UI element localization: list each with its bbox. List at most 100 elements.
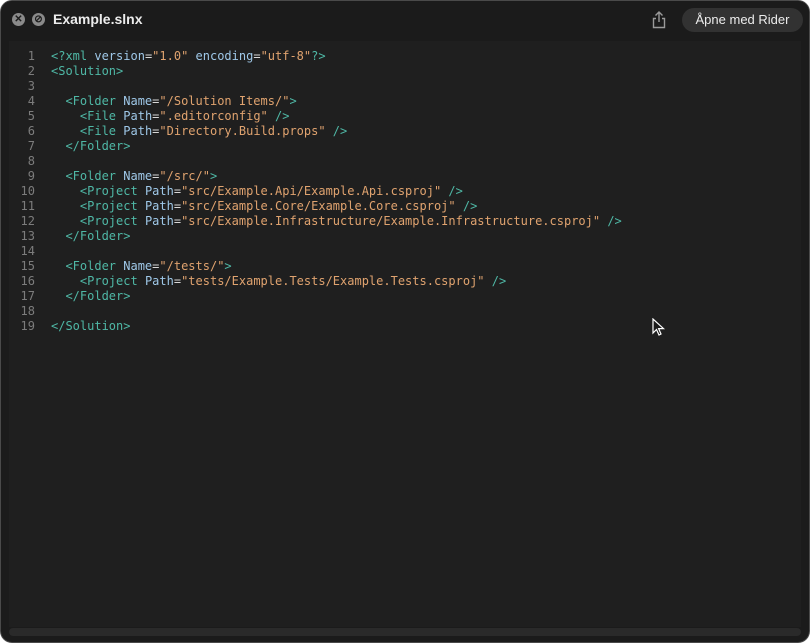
code-text: <Folder Name="/tests/"> — [51, 259, 232, 274]
code-text: </Folder> — [51, 139, 130, 154]
line-number: 2 — [27, 64, 35, 78]
code-text: <Project Path="src/Example.Core/Example.… — [51, 199, 477, 214]
horizontal-scrollbar[interactable] — [9, 628, 801, 636]
code-line: 9 <Folder Name="/src/"> — [9, 169, 801, 184]
token-tag: </Solution> — [51, 319, 131, 333]
token-str: "tests/Example.Tests/Example.Tests.cspro… — [181, 274, 485, 288]
token-attr: encoding — [195, 49, 254, 63]
token-eq: = — [253, 49, 261, 63]
line-number: 4 — [27, 94, 35, 108]
token-tag: > — [209, 169, 218, 183]
token-eq — [51, 94, 65, 108]
code-line: 1 <?xml version="1.0" encoding="utf-8"?> — [9, 49, 801, 64]
line-number: 19 — [20, 319, 35, 333]
line-number: 17 — [20, 289, 35, 303]
token-tag: <File — [79, 124, 124, 138]
open-with-rider-button[interactable]: Åpne med Rider — [682, 8, 803, 32]
token-attr: version — [94, 49, 145, 63]
code-line: 13 </Folder> — [9, 229, 801, 244]
token-tag: <Project — [79, 274, 145, 288]
code-text: <Project Path="tests/Example.Tests/Examp… — [51, 274, 506, 289]
code-text: <?xml version="1.0" encoding="utf-8"?> — [51, 49, 326, 64]
code-line: 2 <Solution> — [9, 64, 801, 79]
line-number: 14 — [20, 244, 35, 258]
token-attr: Name — [123, 94, 153, 108]
token-eq — [51, 214, 80, 228]
token-str: "src/Example.Api/Example.Api.csproj" — [181, 184, 442, 198]
token-str: "src/Example.Infrastructure/Example.Infr… — [181, 214, 601, 228]
title-bar: ✕ ⊘ Example.slnx Åpne med Rider — [1, 1, 809, 38]
token-tag: /> — [455, 199, 478, 213]
token-str: "utf-8" — [260, 49, 312, 63]
token-attr: Path — [123, 109, 153, 123]
token-tag: <Folder — [65, 169, 124, 183]
token-tag: <Project — [79, 199, 145, 213]
token-eq: = — [173, 184, 182, 198]
code-line: 16 <Project Path="tests/Example.Tests/Ex… — [9, 274, 801, 289]
code-line: 5 <File Path=".editorconfig" /> — [9, 109, 801, 124]
token-tag: <Solution> — [51, 64, 124, 78]
token-eq — [51, 199, 80, 213]
line-number: 10 — [20, 184, 35, 198]
code-line: 10 <Project Path="src/Example.Api/Exampl… — [9, 184, 801, 199]
code-line: 4 <Folder Name="/Solution Items/"> — [9, 94, 801, 109]
token-str: "src/Example.Core/Example.Core.csproj" — [181, 199, 456, 213]
line-number: 7 — [27, 139, 35, 153]
token-attr: Path — [144, 214, 174, 228]
share-icon[interactable] — [651, 11, 667, 29]
token-eq — [51, 169, 65, 183]
token-tag: </Folder> — [65, 289, 131, 303]
token-eq — [51, 274, 80, 288]
token-tag: > — [289, 94, 297, 108]
code-line: 14 — [9, 244, 801, 259]
token-tag: </Folder> — [65, 229, 131, 243]
token-eq — [51, 184, 80, 198]
window-title: Example.slnx — [53, 11, 143, 27]
code-text: <Folder Name="/Solution Items/"> — [51, 94, 297, 109]
close-icon[interactable]: ✕ — [12, 13, 25, 26]
token-attr: Path — [123, 124, 153, 138]
token-attr: Name — [123, 169, 153, 183]
code-line: 17 </Folder> — [9, 289, 801, 304]
token-tag: <File — [79, 109, 124, 123]
code-line: 15 <Folder Name="/tests/"> — [9, 259, 801, 274]
line-number: 15 — [20, 259, 35, 273]
token-attr: Path — [144, 184, 174, 198]
token-tag: <Folder — [65, 94, 124, 108]
line-number: 18 — [20, 304, 35, 318]
token-tag: /> — [600, 214, 622, 228]
token-str: "/src/" — [159, 169, 210, 183]
code-text: </Solution> — [51, 319, 130, 334]
line-number: 11 — [20, 199, 35, 213]
token-tag: /> — [484, 274, 507, 288]
code-text: <File Path=".editorconfig" /> — [51, 109, 290, 124]
code-text: <File Path="Directory.Build.props" /> — [51, 124, 347, 139]
line-number: 16 — [20, 274, 35, 288]
token-str: "/tests/" — [159, 259, 225, 273]
code-line: 12 <Project Path="src/Example.Infrastruc… — [9, 214, 801, 229]
line-number: 12 — [20, 214, 35, 228]
code-line: 11 <Project Path="src/Example.Core/Examp… — [9, 199, 801, 214]
token-eq: = — [173, 199, 182, 213]
code-text: </Folder> — [51, 289, 130, 304]
code-text: </Folder> — [51, 229, 130, 244]
block-icon[interactable]: ⊘ — [32, 13, 45, 26]
code-text: <Solution> — [51, 64, 123, 79]
token-tag: /> — [267, 109, 290, 123]
mouse-pointer-icon — [652, 318, 666, 336]
line-number: 9 — [27, 169, 35, 183]
token-attr: Path — [144, 274, 174, 288]
code-text: <Project Path="src/Example.Infrastructur… — [51, 214, 622, 229]
token-tag: <Project — [79, 214, 145, 228]
token-decl: <?xml — [51, 49, 95, 63]
quicklook-window: ✕ ⊘ Example.slnx Åpne med Rider 1 <?xml v… — [0, 0, 810, 643]
line-number: 8 — [27, 154, 35, 168]
token-str: "Directory.Build.props" — [159, 124, 326, 138]
code-lines: 1 <?xml version="1.0" encoding="utf-8"?> 2… — [9, 49, 801, 334]
token-tag: > — [224, 259, 232, 273]
code-line: 18 — [9, 304, 801, 319]
token-eq: = — [173, 274, 182, 288]
token-tag: <Project — [79, 184, 145, 198]
token-decl: ?> — [311, 49, 326, 63]
code-text: <Project Path="src/Example.Api/Example.A… — [51, 184, 463, 199]
